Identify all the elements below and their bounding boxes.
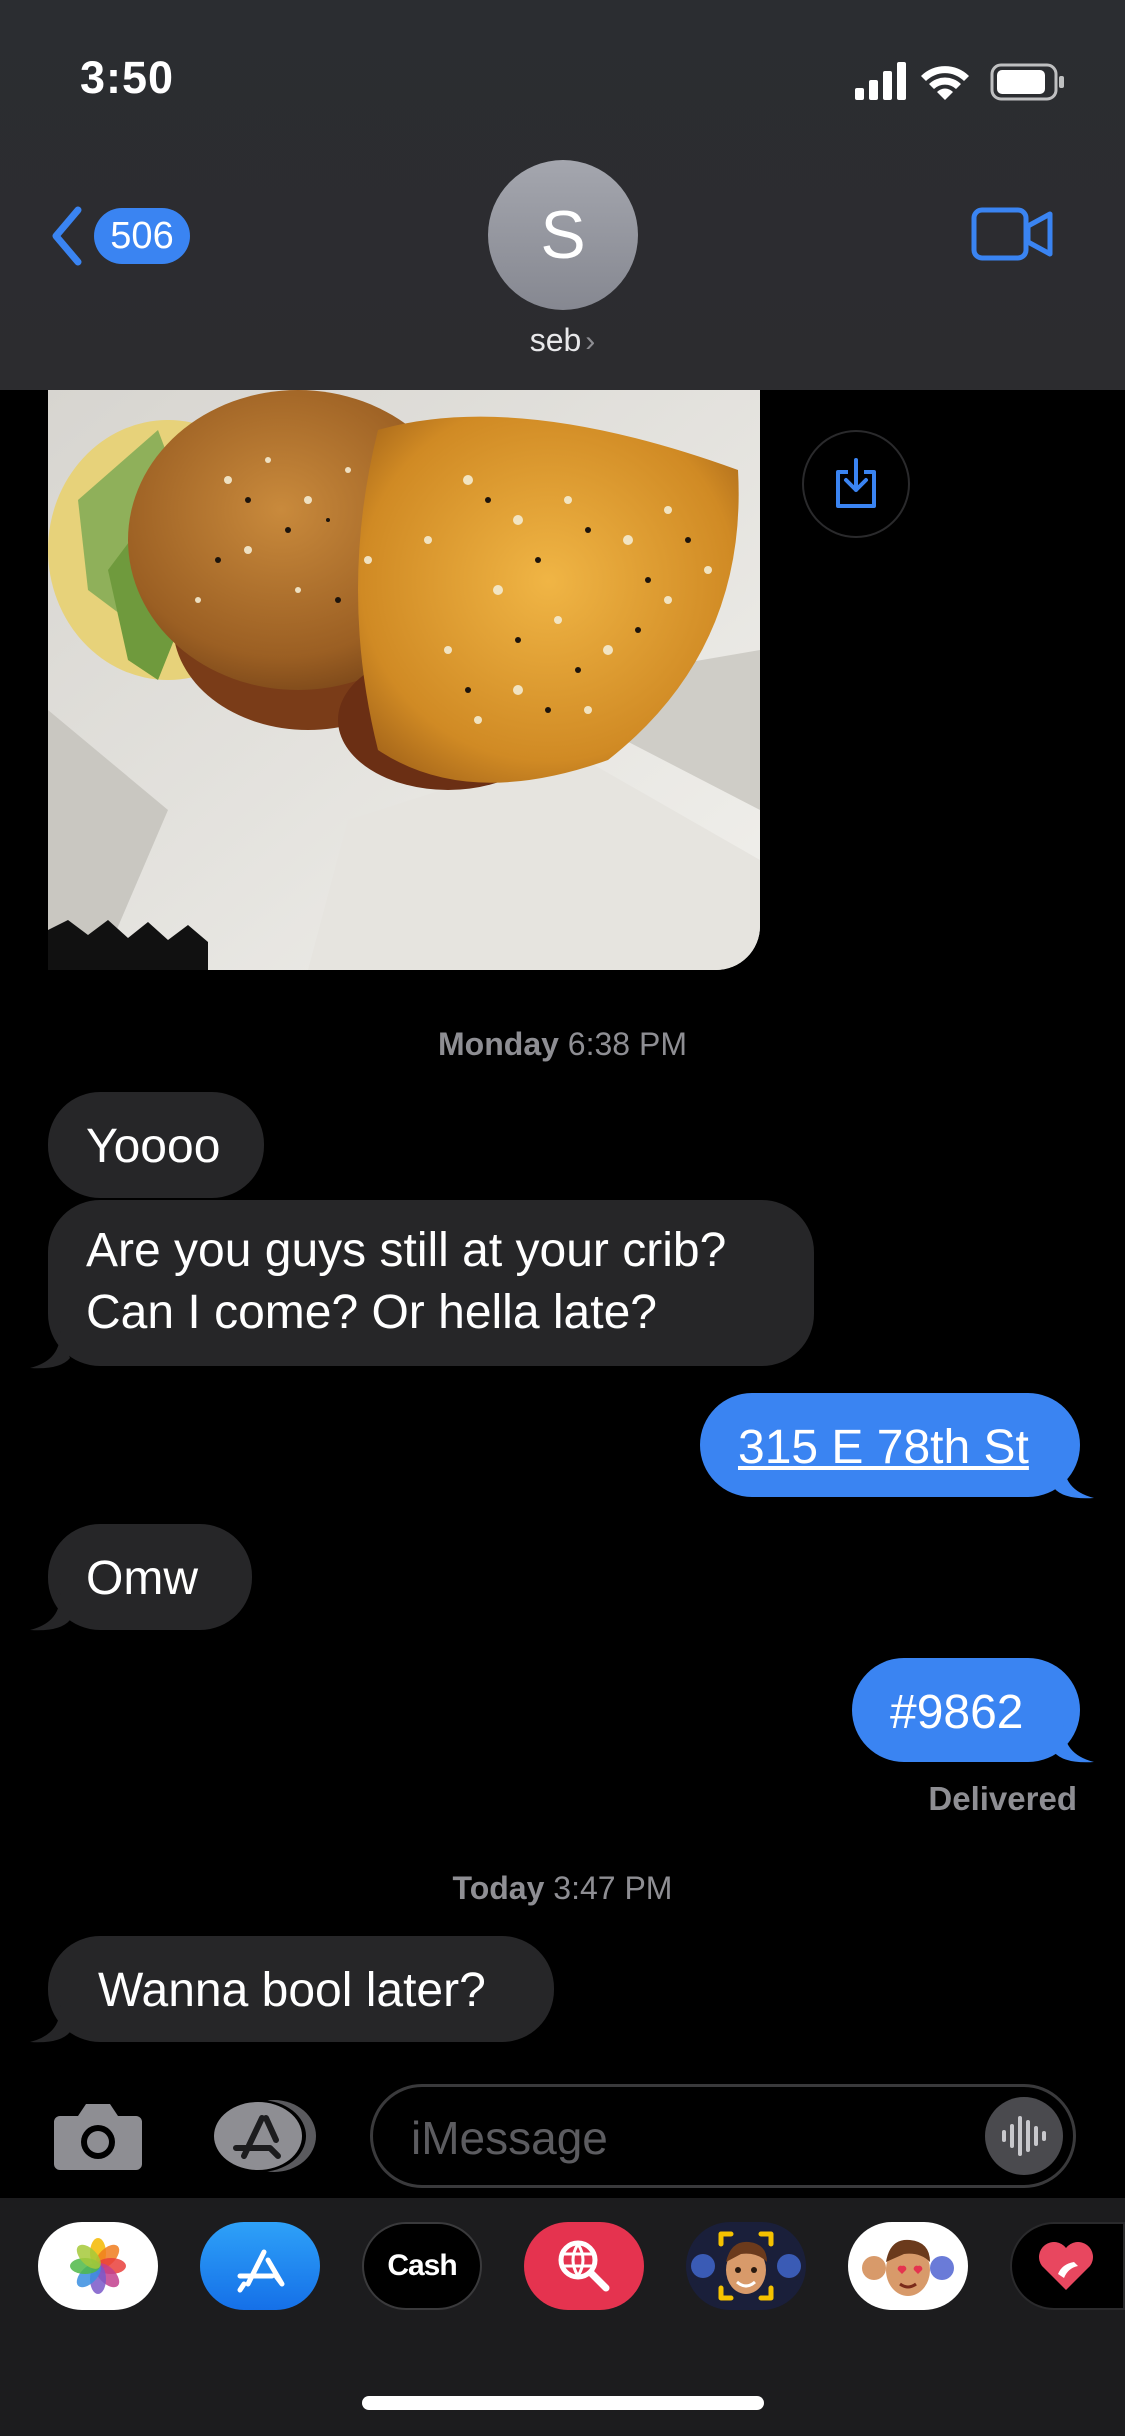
timestamp-day: Monday <box>438 1026 559 1062</box>
photos-app-icon[interactable] <box>38 2222 158 2310</box>
digital-touch-app-icon[interactable] <box>1010 2222 1125 2310</box>
home-indicator[interactable] <box>362 2396 764 2410</box>
app-store-app-icon[interactable] <box>200 2222 320 2310</box>
cash-label: Cash <box>387 2249 457 2283</box>
bubble-tail <box>1054 1724 1094 1763</box>
audio-message-button[interactable] <box>985 2097 1063 2175</box>
message-text: Wanna bool later? <box>98 1964 486 2017</box>
app-store-a-icon <box>237 2249 285 2293</box>
app-store-icon[interactable] <box>208 2098 320 2174</box>
photo-message[interactable] <box>48 390 760 970</box>
bubble-tail <box>30 2004 70 2043</box>
cellular-signal-icon <box>855 62 906 100</box>
globe-magnifier-icon <box>558 2240 610 2292</box>
back-button[interactable]: 506 <box>48 200 190 272</box>
conversation-header: 3:50 506 S seb › <box>0 0 1125 390</box>
photos-flower-icon <box>70 2238 126 2294</box>
message-text-line: Are you guys still at your crib? <box>86 1224 727 1277</box>
camera-icon[interactable] <box>52 2100 144 2172</box>
memoji-face-icon <box>691 2231 801 2301</box>
unread-count-badge: 506 <box>94 208 190 264</box>
contact-avatar[interactable]: S <box>488 160 638 310</box>
message-text: #9862 <box>890 1686 1024 1739</box>
memoji-app-icon[interactable] <box>686 2222 806 2310</box>
bagel-sandwich-photo <box>48 390 760 970</box>
incoming-message[interactable]: Omw <box>48 1524 252 1630</box>
bubble-tail <box>1054 1460 1094 1499</box>
outgoing-message[interactable]: #9862 <box>852 1658 1080 1762</box>
wifi-icon <box>921 66 969 100</box>
timestamp-monday: Monday 6:38 PM <box>0 1026 1125 1063</box>
animoji-stickers-icon <box>862 2239 954 2296</box>
cash-text: Cash <box>387 2249 457 2282</box>
contact-name: seb <box>529 322 582 358</box>
apple-cash-app-icon[interactable]: Cash <box>362 2222 482 2310</box>
save-photo-button[interactable] <box>802 430 910 538</box>
incoming-message[interactable]: Wanna bool later? <box>48 1936 554 2042</box>
video-camera-icon[interactable] <box>970 204 1054 264</box>
chevron-right-icon: › <box>585 325 596 358</box>
incoming-message[interactable]: Yoooo <box>48 1092 264 1198</box>
timestamp-today: Today 3:47 PM <box>0 1870 1125 1907</box>
status-icons <box>855 62 1064 101</box>
delivered-status: Delivered <box>928 1780 1077 1817</box>
outgoing-message[interactable]: 315 E 78th St <box>700 1393 1080 1497</box>
incoming-message[interactable]: Are you guys still at your crib? Can I c… <box>48 1200 814 1366</box>
timestamp-day: Today <box>452 1870 545 1906</box>
address-link[interactable]: 315 E 78th St <box>738 1421 1029 1474</box>
status-time: 3:50 <box>80 52 175 103</box>
save-download-icon <box>836 458 876 508</box>
contact-name-link[interactable]: seb › <box>0 322 1125 359</box>
timestamp-time: 6:38 PM <box>567 1026 687 1062</box>
heart-touch-icon <box>1039 2242 1093 2290</box>
back-chevron-icon <box>52 206 82 266</box>
audio-waveform-icon <box>1002 2116 1046 2156</box>
input-placeholder: iMessage <box>411 2112 608 2164</box>
bubble-tail <box>30 1592 70 1631</box>
message-text: Omw <box>86 1552 198 1605</box>
bubble-tail <box>30 1330 70 1369</box>
message-text: Yoooo <box>86 1120 221 1173</box>
timestamp-time: 3:47 PM <box>553 1870 673 1906</box>
message-text-line: Can I come? Or hella late? <box>86 1286 657 1339</box>
message-input[interactable]: iMessage <box>370 2084 1076 2188</box>
animoji-app-icon[interactable] <box>848 2222 968 2310</box>
battery-icon <box>990 63 1064 101</box>
avatar-initial: S <box>540 197 586 273</box>
image-search-app-icon[interactable] <box>524 2222 644 2310</box>
